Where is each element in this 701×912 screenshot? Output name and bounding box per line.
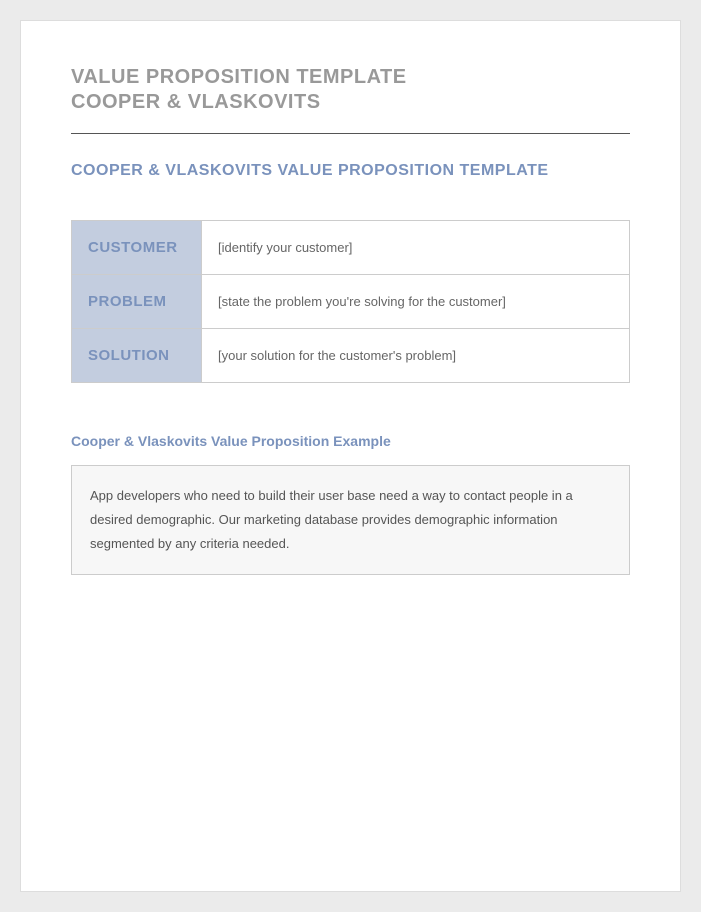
table-row: PROBLEM [state the problem you're solvin… bbox=[72, 275, 630, 329]
row-value-problem: [state the problem you're solving for th… bbox=[202, 275, 630, 329]
row-label-solution: SOLUTION bbox=[72, 329, 202, 383]
title-line1: VALUE PROPOSITION TEMPLATE bbox=[71, 65, 630, 90]
title-line2: COOPER & VLASKOVITS bbox=[71, 90, 630, 115]
row-value-customer: [identify your customer] bbox=[202, 221, 630, 275]
table-row: SOLUTION [your solution for the customer… bbox=[72, 329, 630, 383]
divider bbox=[71, 133, 630, 134]
row-label-problem: PROBLEM bbox=[72, 275, 202, 329]
example-heading: Cooper & Vlaskovits Value Proposition Ex… bbox=[71, 433, 630, 449]
example-box: App developers who need to build their u… bbox=[71, 465, 630, 575]
document-page: VALUE PROPOSITION TEMPLATE COOPER & VLAS… bbox=[20, 20, 681, 892]
row-label-customer: CUSTOMER bbox=[72, 221, 202, 275]
section-heading: COOPER & VLASKOVITS VALUE PROPOSITION TE… bbox=[71, 162, 630, 180]
value-proposition-table: CUSTOMER [identify your customer] PROBLE… bbox=[71, 220, 630, 383]
title-block: VALUE PROPOSITION TEMPLATE COOPER & VLAS… bbox=[71, 65, 630, 115]
row-value-solution: [your solution for the customer's proble… bbox=[202, 329, 630, 383]
table-row: CUSTOMER [identify your customer] bbox=[72, 221, 630, 275]
